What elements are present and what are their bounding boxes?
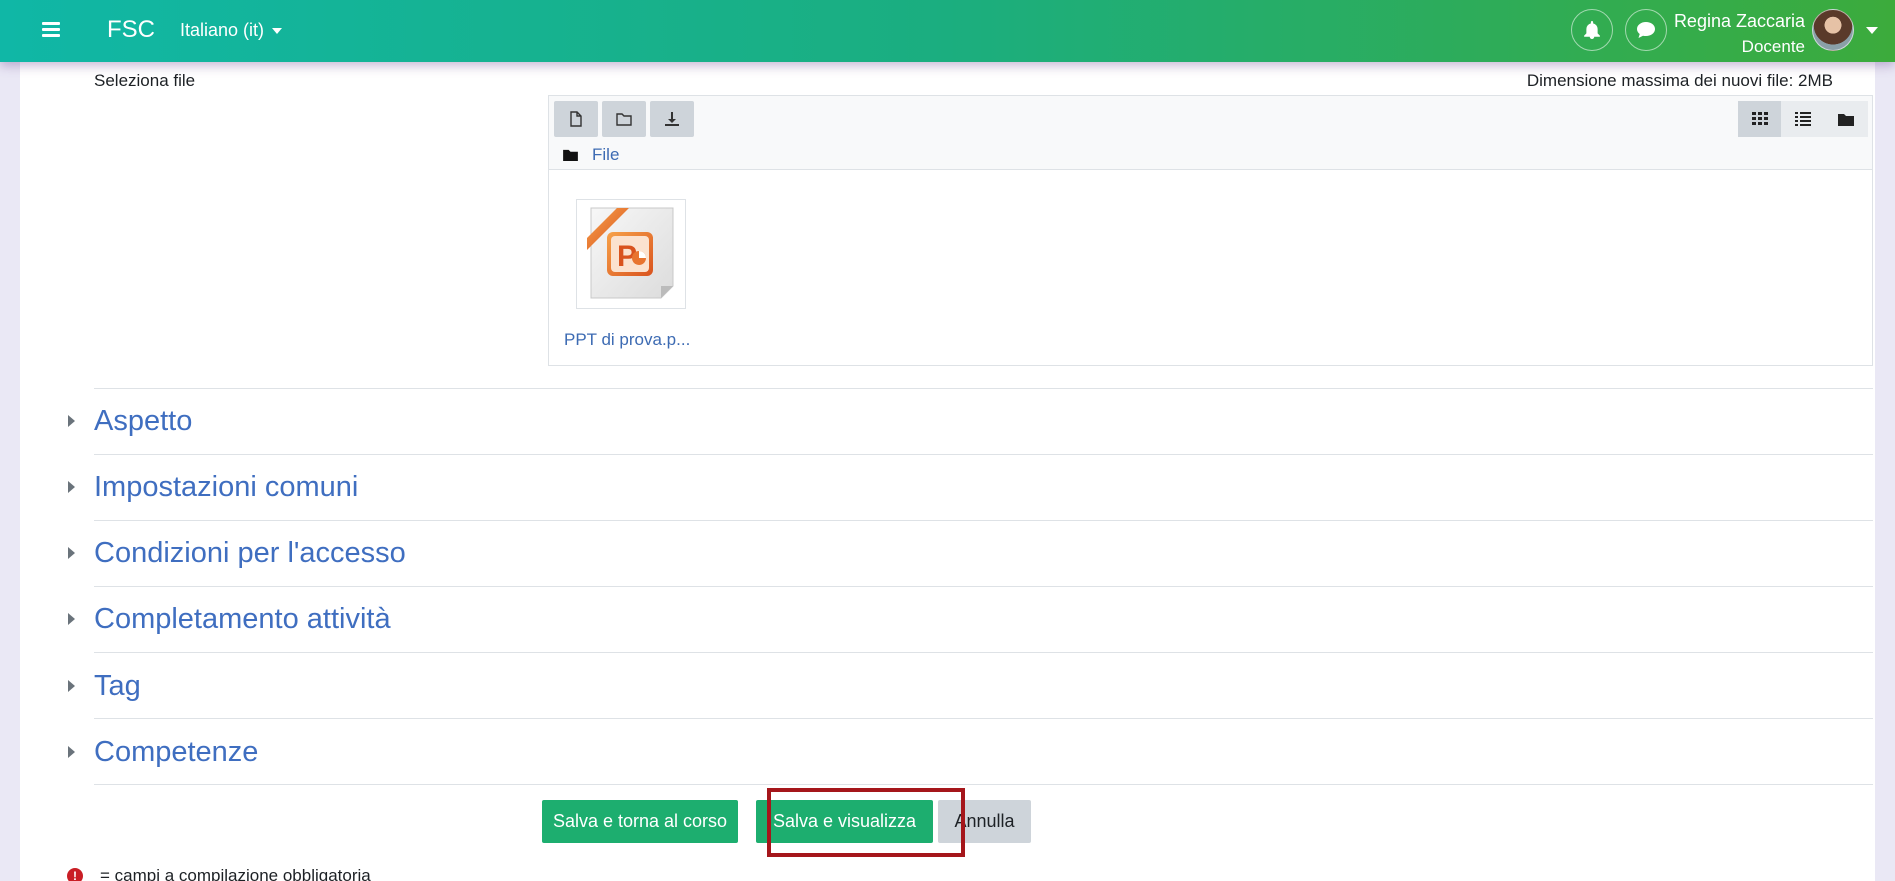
powerpoint-file-icon: P xyxy=(587,207,674,299)
divider xyxy=(94,388,1873,389)
section-tag[interactable]: Tag xyxy=(68,666,141,706)
breadcrumb: File xyxy=(563,145,619,165)
chevron-right-icon xyxy=(68,481,75,493)
divider xyxy=(94,586,1873,587)
messages-button[interactable] xyxy=(1625,9,1667,51)
divider xyxy=(94,520,1873,521)
file-icon xyxy=(570,111,582,127)
select-file-label: Seleziona file xyxy=(94,71,196,90)
list-view-button[interactable] xyxy=(1781,101,1824,137)
language-label: Italiano ‎(it)‎ xyxy=(180,20,265,40)
file-manager: File P PPT di prova.p... xyxy=(548,95,1873,366)
site-brand[interactable]: FSC xyxy=(107,16,155,44)
chevron-right-icon xyxy=(68,746,75,758)
section-title: Completamento attività xyxy=(94,602,391,635)
file-manager-toolbar: File xyxy=(549,96,1872,170)
chevron-right-icon xyxy=(68,680,75,692)
section-aspetto[interactable]: Aspetto xyxy=(68,401,192,441)
divider xyxy=(94,454,1873,455)
section-competenze[interactable]: Competenze xyxy=(68,732,258,772)
section-condizioni-accesso[interactable]: Condizioni per l'accesso xyxy=(68,533,406,573)
view-mode-group xyxy=(1738,101,1868,137)
divider xyxy=(94,652,1873,653)
file-name-link[interactable]: PPT di prova.p... xyxy=(564,330,704,350)
grid-view-button[interactable] xyxy=(1738,101,1781,137)
main-content: Seleziona file Dimensione massima dei nu… xyxy=(20,0,1875,881)
folder-icon xyxy=(616,113,632,126)
divider xyxy=(94,718,1873,719)
download-button[interactable] xyxy=(650,101,694,137)
add-file-button[interactable] xyxy=(554,101,598,137)
list-icon xyxy=(1794,112,1811,126)
required-note: = campi a compilazione obbligatoria xyxy=(100,866,371,881)
bell-icon xyxy=(1584,21,1600,39)
section-impostazioni-comuni[interactable]: Impostazioni comuni xyxy=(68,467,358,507)
section-title: Aspetto xyxy=(94,404,193,437)
required-icon: ! xyxy=(67,868,83,881)
top-navbar: FSC Italiano ‎(it)‎ Regina Zaccaria Doce… xyxy=(0,0,1895,62)
save-return-button[interactable]: Salva e torna al corso xyxy=(542,800,738,843)
chevron-right-icon xyxy=(68,547,75,559)
hamburger-menu-icon[interactable] xyxy=(38,19,64,43)
section-title: Impostazioni comuni xyxy=(94,470,359,503)
avatar[interactable] xyxy=(1812,9,1854,51)
chevron-down-icon xyxy=(272,28,283,35)
create-folder-button[interactable] xyxy=(602,101,646,137)
breadcrumb-files-link[interactable]: File xyxy=(592,145,619,165)
language-selector[interactable]: Italiano ‎(it)‎ xyxy=(180,20,283,41)
max-file-size: Dimensione massima dei nuovi file: 2MB xyxy=(1526,71,1833,90)
divider xyxy=(94,784,1873,785)
highlight-box xyxy=(767,788,965,857)
chat-bubble-icon xyxy=(1637,22,1655,38)
folder-solid-icon xyxy=(1837,113,1854,126)
grid-icon xyxy=(1751,112,1768,125)
chevron-right-icon xyxy=(68,613,75,625)
section-completamento[interactable]: Completamento attività xyxy=(68,599,391,639)
folder-solid-icon xyxy=(563,149,578,161)
tree-view-button[interactable] xyxy=(1824,101,1867,137)
section-title: Competenze xyxy=(94,735,259,768)
file-thumbnail[interactable]: P xyxy=(576,199,686,309)
user-name[interactable]: Regina Zaccaria xyxy=(1674,11,1805,32)
section-title: Tag xyxy=(94,669,141,702)
user-role: Docente xyxy=(1741,37,1805,56)
notifications-button[interactable] xyxy=(1571,9,1613,51)
section-title: Condizioni per l'accesso xyxy=(94,536,406,569)
download-icon xyxy=(665,112,679,126)
chevron-right-icon xyxy=(68,415,75,427)
user-menu-chevron-icon[interactable] xyxy=(1866,27,1878,34)
